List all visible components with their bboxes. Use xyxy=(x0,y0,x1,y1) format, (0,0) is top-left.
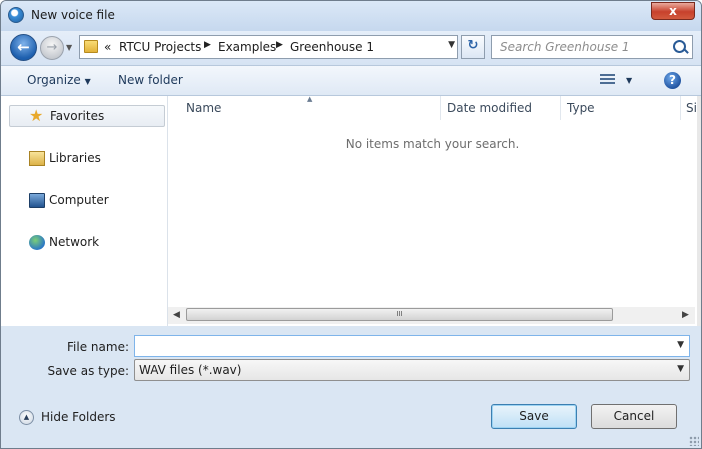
save-dialog: New voice file x ← → ▼ « RTCU Projects ▶… xyxy=(0,0,702,449)
forward-button[interactable]: → xyxy=(40,36,64,60)
save-type-label: Save as type: xyxy=(47,364,129,378)
address-dropdown-icon[interactable]: ▼ xyxy=(448,40,455,50)
navigation-bar: ← → ▼ « RTCU Projects ▶ Examples ▶ Green… xyxy=(1,31,701,65)
breadcrumb-overflow[interactable]: « xyxy=(104,40,111,54)
breadcrumb-arrow-icon[interactable]: ▶ xyxy=(204,40,211,50)
column-divider[interactable] xyxy=(440,96,441,120)
star-icon: ★ xyxy=(29,106,44,125)
sidebar-item-label: Libraries xyxy=(49,151,101,165)
chevron-up-icon: ▲ xyxy=(19,410,34,425)
column-header-size[interactable]: Si xyxy=(686,101,696,115)
libraries-icon xyxy=(29,151,45,166)
title-bar: New voice file x xyxy=(1,1,701,31)
computer-icon xyxy=(29,193,45,208)
sidebar-item-label: Network xyxy=(49,235,100,249)
folder-icon xyxy=(84,40,98,53)
views-dropdown-icon[interactable]: ▼ xyxy=(626,76,632,85)
help-icon[interactable]: ? xyxy=(664,72,681,89)
column-header-type[interactable]: Type xyxy=(567,101,595,115)
scroll-right-icon[interactable]: ▶ xyxy=(682,310,689,320)
history-dropdown-icon[interactable]: ▼ xyxy=(66,43,76,53)
vertical-scrollbar[interactable] xyxy=(697,96,701,326)
sidebar-item-favorites[interactable]: ★ Favorites xyxy=(9,105,165,127)
search-icon[interactable] xyxy=(673,40,686,53)
sort-ascending-icon: ▲ xyxy=(307,95,313,103)
organize-menu[interactable]: Organize ▼ xyxy=(27,73,91,87)
sidebar-item-label: Favorites xyxy=(50,109,105,123)
empty-message: No items match your search. xyxy=(345,137,520,151)
browser-area: ★ Favorites Libraries Computer Network ▲… xyxy=(1,95,701,326)
sidebar-item-computer[interactable]: Computer xyxy=(9,189,165,211)
horizontal-scrollbar[interactable]: ◀ III ▶ xyxy=(168,307,695,324)
resize-grip[interactable] xyxy=(689,436,699,446)
search-box[interactable]: Search Greenhouse 1 xyxy=(491,35,693,59)
network-icon xyxy=(29,235,45,250)
sidebar-item-libraries[interactable]: Libraries xyxy=(9,147,165,169)
views-icon[interactable] xyxy=(600,74,615,86)
scrollbar-thumb[interactable]: III xyxy=(186,308,613,321)
close-button[interactable]: x xyxy=(651,2,695,20)
column-divider[interactable] xyxy=(560,96,561,120)
cancel-button[interactable]: Cancel xyxy=(591,404,677,429)
sidebar-item-network[interactable]: Network xyxy=(9,231,165,253)
chevron-down-icon: ▼ xyxy=(84,77,91,86)
command-bar: Organize ▼ New folder ▼ ? xyxy=(1,65,701,96)
organize-label: Organize xyxy=(27,73,81,87)
breadcrumb-rtcu-projects[interactable]: RTCU Projects xyxy=(119,40,201,54)
file-list: ▲ Name Date modified Type Si No items ma… xyxy=(168,95,697,326)
column-header-name[interactable]: Name xyxy=(186,101,221,115)
app-icon xyxy=(8,7,24,23)
column-header-date-modified[interactable]: Date modified xyxy=(447,101,532,115)
save-type-select[interactable]: WAV files (*.wav) ▼ xyxy=(134,359,690,381)
window-title: New voice file xyxy=(31,8,115,22)
save-type-value: WAV files (*.wav) xyxy=(139,363,242,377)
sidebar-item-label: Computer xyxy=(49,193,109,207)
navigation-pane: ★ Favorites Libraries Computer Network xyxy=(1,96,168,326)
scroll-left-icon[interactable]: ◀ xyxy=(173,310,180,320)
refresh-button[interactable]: ↻ xyxy=(461,35,485,59)
search-input[interactable]: Search Greenhouse 1 xyxy=(500,40,630,54)
filename-field[interactable]: ▼ xyxy=(134,335,690,357)
breadcrumb-greenhouse[interactable]: Greenhouse 1 xyxy=(290,40,374,54)
hide-folders-label: Hide Folders xyxy=(41,410,116,424)
column-divider[interactable] xyxy=(680,96,681,120)
breadcrumb-arrow-icon[interactable]: ▶ xyxy=(276,40,283,50)
address-bar[interactable]: « RTCU Projects ▶ Examples ▶ Greenhouse … xyxy=(79,35,458,59)
chevron-down-icon[interactable]: ▼ xyxy=(677,364,684,374)
chevron-down-icon[interactable]: ▼ xyxy=(677,340,684,350)
back-button[interactable]: ← xyxy=(10,34,37,61)
filename-label: File name: xyxy=(67,340,129,354)
breadcrumb-examples[interactable]: Examples xyxy=(218,40,276,54)
save-form: File name: ▼ Save as type: WAV files (*.… xyxy=(1,326,701,448)
save-button[interactable]: Save xyxy=(491,404,577,429)
new-folder-button[interactable]: New folder xyxy=(118,73,183,87)
